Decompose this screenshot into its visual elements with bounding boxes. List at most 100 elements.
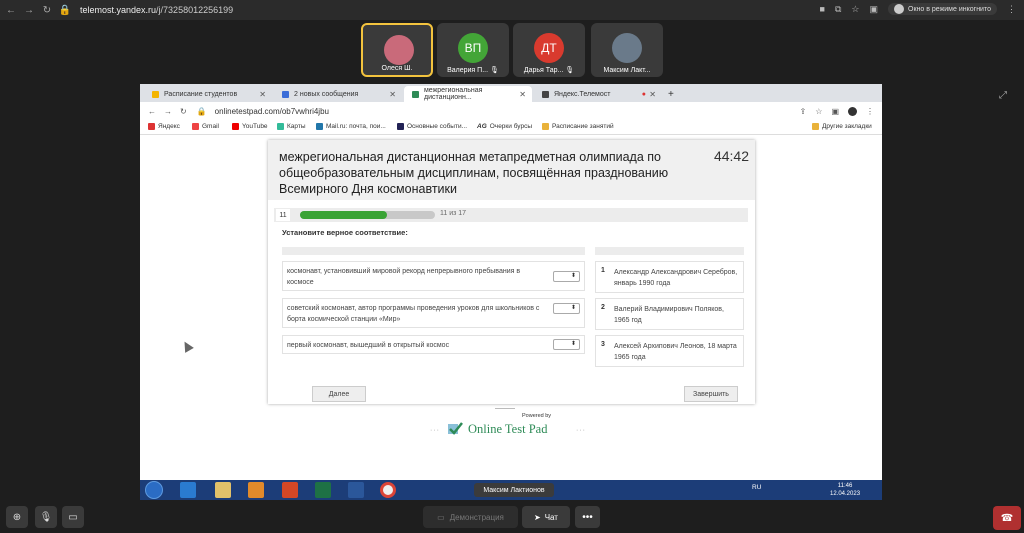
bookmark[interactable]: AG Очерки бурсы <box>477 123 532 130</box>
hangup-button[interactable]: ☎ <box>993 506 1021 530</box>
match-left-text: советский космонавт, автор программы про… <box>287 305 540 323</box>
explorer-icon[interactable] <box>215 482 231 498</box>
next-button[interactable]: Далее <box>312 386 366 402</box>
bookmarks-bar: Яндекс Gmail YouTube Карты Mail.ru: почт… <box>140 120 882 135</box>
more-button[interactable]: ••• <box>575 506 600 528</box>
avatar <box>384 35 414 65</box>
powered-by-logo[interactable]: Powered by ··· Online Test Pad ··· <box>430 408 590 443</box>
expand-icon[interactable]: ⤢ <box>999 90 1007 101</box>
match-select[interactable]: ⬍ <box>553 339 580 350</box>
right-column-header <box>595 247 744 255</box>
lock-icon: 🔒 <box>196 106 207 116</box>
inner-tab[interactable]: Расписание студентов ✕ <box>144 86 272 102</box>
taskbar-clock[interactable]: 11:46 12.04.2023 <box>830 482 860 498</box>
participant-tile[interactable]: ДТ Дарья Тар... 🎙 <box>513 23 585 77</box>
match-right-item: 2 Валерий Владимирович Поляков, 1965 год <box>595 298 744 330</box>
star-icon[interactable]: ☆ <box>815 107 822 116</box>
match-right-number: 1 <box>601 267 605 274</box>
forward-icon[interactable]: → <box>164 107 172 116</box>
back-icon[interactable]: ← <box>4 5 18 16</box>
gmail-icon <box>192 123 199 130</box>
menu-icon[interactable]: ⋮ <box>1007 4 1016 15</box>
chat-icon: ➤ <box>534 512 541 522</box>
participant-tile[interactable]: Олеся Ш. <box>361 23 433 77</box>
incognito-badge[interactable]: Окно в режиме инкогнито <box>888 3 997 15</box>
add-participant-button[interactable]: ⊕ <box>6 506 28 528</box>
mic-icon: 🎙 <box>39 511 53 523</box>
match-select[interactable]: ⬍ <box>553 303 580 314</box>
participant-name: Максим Лакт... <box>603 67 651 74</box>
star-icon[interactable]: ☆ <box>851 4 859 15</box>
web-page: межрегиональная дистанционная метапредме… <box>140 135 882 480</box>
onlinetestpad-logo-icon <box>448 422 463 435</box>
bookmark[interactable]: Расписание занятий <box>542 123 614 130</box>
outer-address-bar[interactable]: telemost.yandex.ru/j/73258012256199 <box>80 5 233 15</box>
powered-by-text: Powered by <box>522 413 552 419</box>
close-icon[interactable]: ✕ <box>519 90 526 99</box>
close-icon[interactable]: ✕ <box>649 90 656 99</box>
chrome-icon[interactable] <box>380 482 396 498</box>
inner-tab-active[interactable]: межрегиональная дистанционн... ✕ <box>404 86 532 102</box>
word-icon[interactable] <box>348 482 364 498</box>
tab-favicon-icon <box>542 90 549 98</box>
bookmark[interactable]: YouTube <box>232 123 268 130</box>
new-tab-button[interactable]: + <box>666 86 680 102</box>
bookmark[interactable]: Основные событи... <box>397 123 467 130</box>
bookmark[interactable]: Mail.ru: почта, пои... <box>316 123 386 130</box>
reload-icon[interactable]: ↻ <box>40 5 54 16</box>
finish-button[interactable]: Завершить <box>684 386 738 402</box>
sidepanel-icon[interactable]: ▣ <box>869 4 878 15</box>
bookmark[interactable]: Карты <box>277 123 306 130</box>
progress-row: 11 11 из 17 <box>274 208 748 222</box>
share-icon[interactable]: ⧉ <box>835 4 841 15</box>
avatar: ВП <box>458 33 488 63</box>
dots-decoration: ··· <box>430 427 440 434</box>
ie-icon[interactable] <box>180 482 196 498</box>
close-icon[interactable]: ✕ <box>389 90 396 99</box>
quiz-title: межрегиональная дистанционная метапредме… <box>279 150 669 196</box>
sidepanel-icon[interactable]: ▣ <box>831 107 839 116</box>
inner-tab[interactable]: 2 новых сообщения ✕ <box>274 86 402 102</box>
screen-share-button[interactable]: ▭ Демонстрация <box>423 506 518 528</box>
incognito-icon <box>894 4 904 14</box>
match-left-item: космонавт, установивший мировой рекорд н… <box>282 261 585 291</box>
language-indicator[interactable]: RU <box>752 484 761 491</box>
close-icon[interactable]: ✕ <box>259 90 266 99</box>
match-left-text: первый космонавт, вышедший в открытый ко… <box>287 342 450 349</box>
excel-icon[interactable] <box>315 482 331 498</box>
inner-tab[interactable]: Яндекс.Телемост ● ✕ <box>534 86 662 102</box>
inner-tab-bar: Расписание студентов ✕ 2 новых сообщения ✕… <box>140 84 882 102</box>
back-icon[interactable]: ← <box>148 107 156 116</box>
maps-icon <box>277 123 284 130</box>
clock-date: 12.04.2023 <box>830 491 861 497</box>
menu-icon[interactable]: ⋮ <box>866 107 874 116</box>
forward-icon[interactable]: → <box>22 5 36 16</box>
quiz-header: межрегиональная дистанционная метапредме… <box>268 140 755 200</box>
camera-button[interactable]: ▭ <box>62 506 84 528</box>
participant-tile[interactable]: ВП Валерия П... 🎙 <box>437 23 509 77</box>
match-right-number: 3 <box>601 341 605 348</box>
match-select[interactable]: ⬍ <box>553 271 580 282</box>
participant-tile[interactable]: Максим Лакт... <box>591 23 663 77</box>
bookmark[interactable]: Яндекс <box>148 123 180 130</box>
progress-fill <box>300 211 388 219</box>
reload-icon[interactable]: ↻ <box>180 107 187 116</box>
match-left-item: первый космонавт, вышедший в открытый ко… <box>282 335 585 354</box>
share-icon[interactable]: ⇪ <box>800 107 807 116</box>
taskbar-window-label[interactable]: Максим Лактионов <box>474 483 554 497</box>
mic-button[interactable]: 🎙 <box>35 506 57 528</box>
bookmark[interactable]: Gmail <box>192 123 219 130</box>
bookmark[interactable]: Другие закладки <box>812 123 872 130</box>
chat-button[interactable]: ➤ Чат <box>522 506 570 528</box>
avatar: ДТ <box>534 33 564 63</box>
powerpoint-icon[interactable] <box>282 482 298 498</box>
phone-icon: ☎ <box>1000 512 1014 524</box>
participant-name: Дарья Тар... 🎙 <box>523 67 575 74</box>
inner-url[interactable]: onlinetestpad.com/ob7vwhri4jbu <box>215 107 329 116</box>
mailru-icon <box>316 123 323 130</box>
camera-icon[interactable]: ■ <box>820 4 825 14</box>
media-icon[interactable] <box>248 482 264 498</box>
question-number: 11 <box>276 209 290 221</box>
start-button[interactable] <box>145 481 163 499</box>
profile-avatar[interactable] <box>848 106 857 116</box>
